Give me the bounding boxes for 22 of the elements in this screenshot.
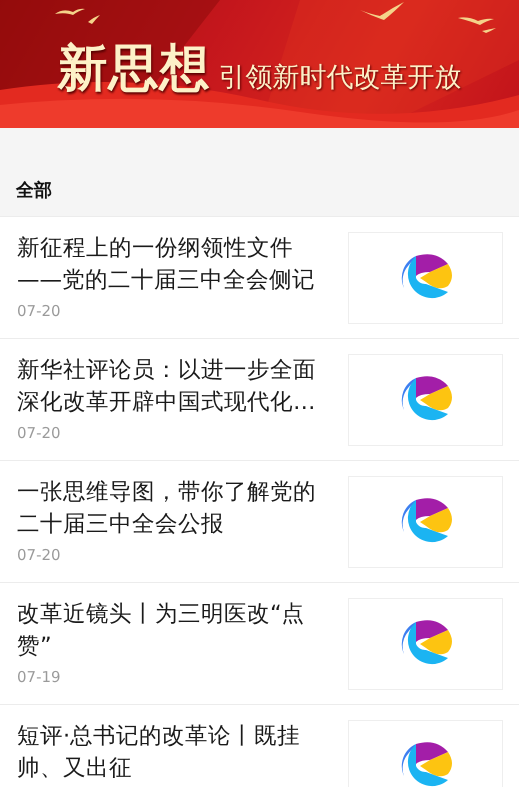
bird-icon — [360, 2, 404, 20]
article-date: 07-20 — [17, 424, 62, 442]
article-item[interactable]: 新征程上的一份纲领性文件——党的二十届三中全会侧记 07-20 — [0, 216, 519, 338]
article-title: 新征程上的一份纲领性文件——党的二十届三中全会侧记 — [17, 234, 316, 295]
bird-icon — [458, 17, 494, 25]
article-title: 短评·总书记的改革论丨既挂帅、又出征 — [17, 722, 302, 783]
article-date: 07-20 — [17, 302, 62, 320]
article-date: 07-19 — [17, 668, 62, 686]
banner-subtitle: 引领新时代改革开放 — [218, 61, 462, 95]
article-title: 一张思维导图，带你了解党的二十届三中全会公报 — [17, 478, 317, 539]
bird-icon — [482, 28, 496, 33]
bird-icon — [55, 8, 85, 15]
bird-icon — [88, 15, 100, 24]
article-item[interactable]: 短评·总书记的改革论丨既挂帅、又出征 — [0, 704, 519, 787]
article-item[interactable]: 一张思维导图，带你了解党的二十届三中全会公报 07-20 — [0, 460, 519, 582]
section-title: 全部 — [16, 180, 52, 201]
article-title: 改革近镜头丨为三明医改“点赞” — [17, 600, 306, 661]
article-date: 07-20 — [17, 546, 62, 564]
article-title: 新华社评论员：以进一步全面深化改革开辟中国式现代化… — [17, 356, 317, 417]
banner-title: 新思想 — [58, 36, 210, 98]
article-item[interactable]: 改革近镜头丨为三明医改“点赞” 07-19 — [0, 582, 519, 704]
article-item[interactable]: 新华社评论员：以进一步全面深化改革开辟中国式现代化… 07-20 — [0, 338, 519, 460]
